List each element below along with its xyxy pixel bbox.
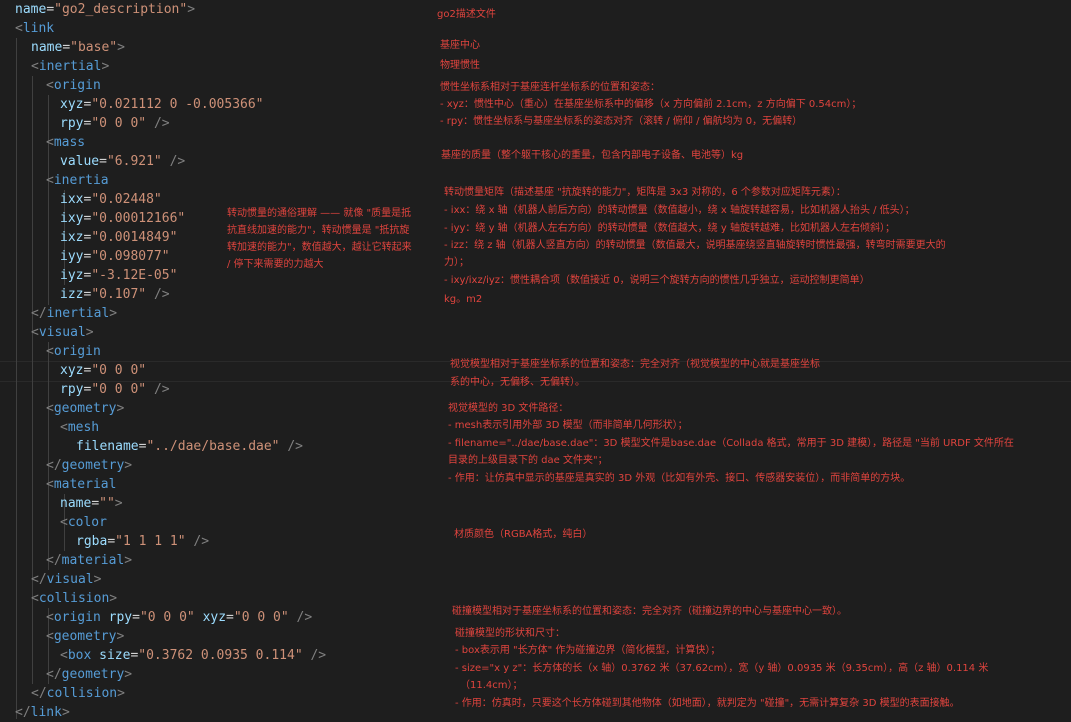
note-collision-3: - box表示用 "长方体" 作为碰撞边界（简化模型，计算快）； (455, 645, 721, 656)
code-line: </visual> (31, 572, 102, 587)
code-line: izz="0.107" /> (60, 287, 170, 302)
code-line: iyy="0.098077" (60, 249, 170, 264)
code-line: <mass (46, 135, 86, 150)
code-line: <origin (46, 78, 101, 93)
code-line: ixx="0.02448" (60, 192, 162, 207)
code-line: <visual> (31, 325, 94, 340)
note-inertia-2: - ixx：绕 x 轴（机器人前后方向）的转动惯量（数值越小，绕 x 轴旋转越容… (444, 205, 915, 216)
note-inertia-7: kg。m2 (444, 294, 483, 305)
note-material: 材质颜色（RGBA格式，纯白） (454, 529, 593, 540)
code-line: xyz="0.021112 0 -0.005366" (60, 97, 264, 112)
note-collision-1: 碰撞模型相对于基座坐标系的位置和姿态：完全对齐（碰撞边界的中心与基座中心一致）。 (452, 606, 847, 617)
note-collision-6: - 作用：仿真时，只要这个长方体碰到其他物体（如地面），就判定为 "碰撞"，无需… (455, 698, 960, 709)
note-visual-1: 视觉模型相对于基座坐标系的位置和姿态：完全对齐（视觉模型的中心就是基座坐标 (450, 359, 820, 370)
code-line: <inertial> (31, 59, 110, 74)
code-line: value="6.921" /> (60, 154, 186, 169)
code-line: </collision> (31, 686, 125, 701)
code-line: xyz="0 0 0" (60, 363, 147, 378)
note-collision-5: （11.4cm）； (460, 680, 523, 691)
code-line: name=""> (60, 496, 123, 511)
code-line: <mesh (60, 420, 100, 435)
note-mesh-2: - mesh表示引用外部 3D 模型（而非简单几何形状）； (448, 420, 688, 431)
note-mass: 基座的质量（整个躯干核心的重量，包含内部电子设备、电池等）kg (441, 150, 744, 161)
note-collision-4: - size="x y z"：长方体的长（x 轴）0.3762 米（37.62c… (455, 663, 989, 674)
code-line: <color (60, 515, 107, 530)
code-line: <material (46, 477, 117, 492)
code-line: </link> (15, 705, 70, 720)
code-line: <origin rpy="0 0 0" xyz="0 0 0" /> (46, 610, 313, 625)
note-inertia-side: 转动惯量的通俗理解 —— 就像 "质量是抵抗直线加速的能力"，转动惯量是 "抵抗… (227, 208, 412, 270)
code-line: ixz="0.0014849" (60, 230, 178, 245)
note-inertia-5: 力）； (444, 257, 469, 268)
note-inertia-1: 转动惯量矩阵（描述基座 "抗旋转的能力"，矩阵是 3x3 对称的，6 个参数对应… (444, 187, 846, 198)
code-line: <inertia (46, 173, 109, 188)
note-inertia-title: 物理惯性 (440, 60, 480, 71)
note-inertia-4: - izz：绕 z 轴（机器人竖直方向）的转动惯量（数值最大，说明基座绕竖直轴旋… (444, 240, 946, 251)
note-mesh-4: 目录的上级目录下的 dae 文件夹"； (448, 455, 608, 466)
code-line: name="go2_description"> (15, 2, 196, 17)
code-line: <origin (46, 344, 101, 359)
code-line: <box size="0.3762 0.0935 0.114" /> (60, 648, 327, 663)
note-inertia-6: - ixy/ixz/iyz：惯性耦合项（数值接近 0，说明三个旋转方向的惯性几乎… (444, 275, 870, 286)
code-line: rpy="0 0 0" /> (60, 116, 170, 131)
code-line: <geometry> (46, 629, 125, 644)
code-line: iyz="-3.12E-05" (60, 268, 178, 283)
code-line: rgba="1 1 1 1" /> (76, 534, 210, 549)
code-line: name="base"> (31, 40, 125, 55)
code-line: rpy="0 0 0" /> (60, 382, 170, 397)
note-mesh-5: - 作用：让仿真中显示的基座是真实的 3D 外观（比如有外壳、接口、传感器安装位… (448, 473, 911, 484)
code-line: <geometry> (46, 401, 125, 416)
code-editor[interactable]: name="go2_description"> <link name="base… (0, 0, 420, 720)
code-line: filename="../dae/base.dae" /> (76, 439, 303, 454)
code-line: </geometry> (46, 458, 133, 473)
note-base-center: 基座中心 (440, 40, 480, 51)
code-line: </inertial> (31, 306, 118, 321)
code-line: <link (15, 21, 55, 36)
code-line: </material> (46, 553, 133, 568)
code-line: ixy="0.00012166" (60, 211, 186, 226)
note-robot-description: go2描述文件 (437, 9, 496, 20)
code-line: </geometry> (46, 667, 133, 682)
code-line: <collision> (31, 591, 118, 606)
note-origin-3: - rpy：惯性坐标系与基座坐标系的姿态对齐（滚转 / 俯仰 / 偏航均为 0，… (440, 116, 803, 127)
note-visual-2: 系的中心，无偏移、无偏转）。 (450, 377, 585, 388)
